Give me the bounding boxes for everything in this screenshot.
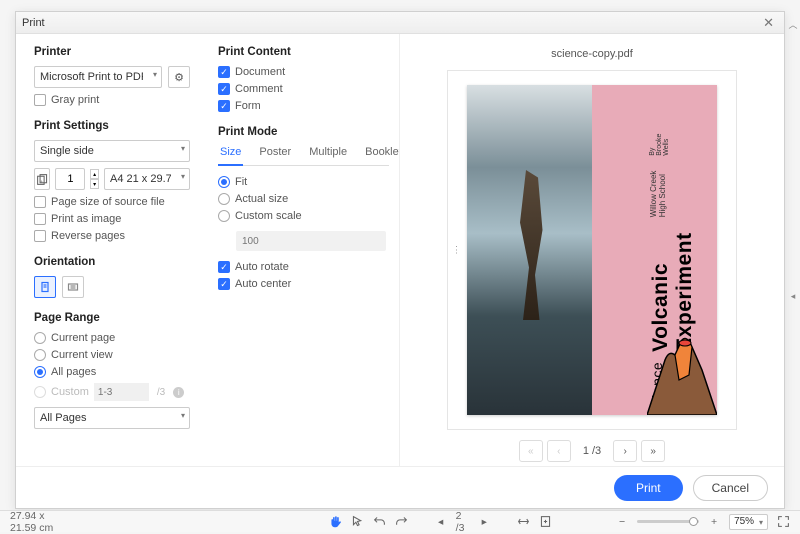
range-current-view[interactable]: Current view [34, 349, 190, 361]
fit-width-icon[interactable] [517, 514, 531, 530]
titlebar: Print ✕ [16, 12, 784, 34]
print-as-image-checkbox[interactable]: Print as image [34, 213, 190, 225]
printer-heading: Printer [34, 46, 190, 58]
copies-down[interactable]: ▾ [90, 179, 99, 189]
select-tool-icon[interactable] [350, 514, 364, 530]
print-settings-heading: Print Settings [34, 120, 190, 132]
gray-print-checkbox[interactable]: Gray print [34, 94, 190, 106]
print-content-heading: Print Content [218, 46, 389, 58]
gear-icon: ⚙ [174, 71, 184, 84]
status-pagesize: 27.94 x 21.59 cm [10, 510, 73, 534]
copies-input[interactable] [55, 168, 85, 190]
pager-next[interactable]: › [613, 440, 637, 462]
printer-settings-button[interactable]: ⚙ [168, 66, 190, 88]
collapse-icon[interactable]: ◂ [791, 291, 796, 302]
range-current-page[interactable]: Current page [34, 332, 190, 344]
info-icon[interactable]: i [173, 387, 184, 398]
zoom-in-icon[interactable]: + [707, 514, 721, 530]
status-pages: 2 /3 [456, 510, 470, 534]
orientation-heading: Orientation [34, 256, 190, 268]
statusbar: 27.94 x 21.59 cm ◂ 2 /3 ▸ − + 75% [0, 510, 800, 532]
fullscreen-icon[interactable] [776, 514, 790, 530]
volcano-icon [647, 325, 717, 415]
print-dialog: Print ✕ Printer Microsoft Print to PDF ⚙… [15, 11, 785, 509]
zoom-select[interactable]: 75% [729, 514, 768, 530]
pager-last[interactable]: » [641, 440, 665, 462]
right-edge-controls: ︿ ◂ [788, 18, 798, 302]
pager-first[interactable]: « [519, 440, 543, 462]
mode-fit[interactable]: Fit [218, 176, 389, 188]
auto-rotate-checkbox[interactable]: Auto rotate [218, 261, 389, 273]
doc-school: Willow Creek High School [649, 162, 667, 217]
zoom-slider[interactable] [637, 520, 699, 523]
reverse-pages-checkbox[interactable]: Reverse pages [34, 230, 190, 242]
hand-tool-icon[interactable] [329, 514, 343, 530]
cancel-button[interactable]: Cancel [693, 475, 768, 501]
range-filter-select[interactable]: All Pages [34, 407, 190, 429]
content-document-checkbox[interactable]: Document [218, 66, 389, 78]
auto-center-checkbox[interactable]: Auto center [218, 278, 389, 290]
tab-size[interactable]: Size [218, 146, 243, 166]
orientation-portrait[interactable] [34, 276, 56, 298]
page-prev-icon[interactable]: ◂ [434, 514, 448, 530]
collate-icon: + [36, 173, 49, 186]
print-mode-heading: Print Mode [218, 126, 389, 138]
landscape-icon [67, 281, 79, 293]
range-all-pages[interactable]: All pages [34, 366, 190, 378]
close-icon[interactable]: ✕ [759, 14, 778, 31]
zoom-out-icon[interactable]: − [615, 514, 629, 530]
mode-actual[interactable]: Actual size [218, 193, 389, 205]
page-next-icon[interactable]: ▸ [477, 514, 491, 530]
preview-pane: ⋮⋮ By Brooke Wells Willow Creek High Sch… [447, 70, 737, 430]
collate-button[interactable]: + [34, 168, 50, 190]
rotate-right-icon[interactable] [394, 514, 408, 530]
preview-photo [467, 85, 592, 415]
pager-prev[interactable]: ‹ [547, 440, 571, 462]
fit-page-icon[interactable] [539, 514, 553, 530]
side-select[interactable]: Single side [34, 140, 190, 162]
tab-booklet[interactable]: Booklet [363, 146, 400, 165]
doc-author: By Brooke Wells [649, 125, 670, 156]
content-comment-checkbox[interactable]: Comment [218, 83, 389, 95]
range-custom[interactable]: Custom /3 i [34, 383, 190, 401]
pager-indicator: 1 /3 [575, 445, 609, 457]
range-custom-input[interactable] [94, 383, 149, 401]
dialog-title: Print [22, 17, 45, 29]
tab-poster[interactable]: Poster [257, 146, 293, 165]
source-size-checkbox[interactable]: Page size of source file [34, 196, 190, 208]
preview-page: By Brooke Wells Willow Creek High School… [467, 85, 717, 415]
copies-up[interactable]: ▴ [90, 169, 99, 179]
content-form-checkbox[interactable]: Form [218, 100, 389, 112]
preview-filename: science-copy.pdf [551, 48, 633, 60]
tab-multiple[interactable]: Multiple [307, 146, 349, 165]
orientation-landscape[interactable] [62, 276, 84, 298]
custom-scale-input [236, 231, 386, 251]
svg-text:+: + [40, 179, 43, 184]
mode-custom-scale[interactable]: Custom scale [218, 210, 389, 222]
page-range-heading: Page Range [34, 312, 190, 324]
print-button[interactable]: Print [614, 475, 683, 501]
scroll-up-icon[interactable]: ︿ [788, 18, 797, 31]
rotate-left-icon[interactable] [372, 514, 386, 530]
printer-select[interactable]: Microsoft Print to PDF [34, 66, 162, 88]
preview-pager: « ‹ 1 /3 › » [519, 440, 665, 462]
portrait-icon [39, 281, 51, 293]
paper-select[interactable]: A4 21 x 29.7 cm [104, 168, 190, 190]
